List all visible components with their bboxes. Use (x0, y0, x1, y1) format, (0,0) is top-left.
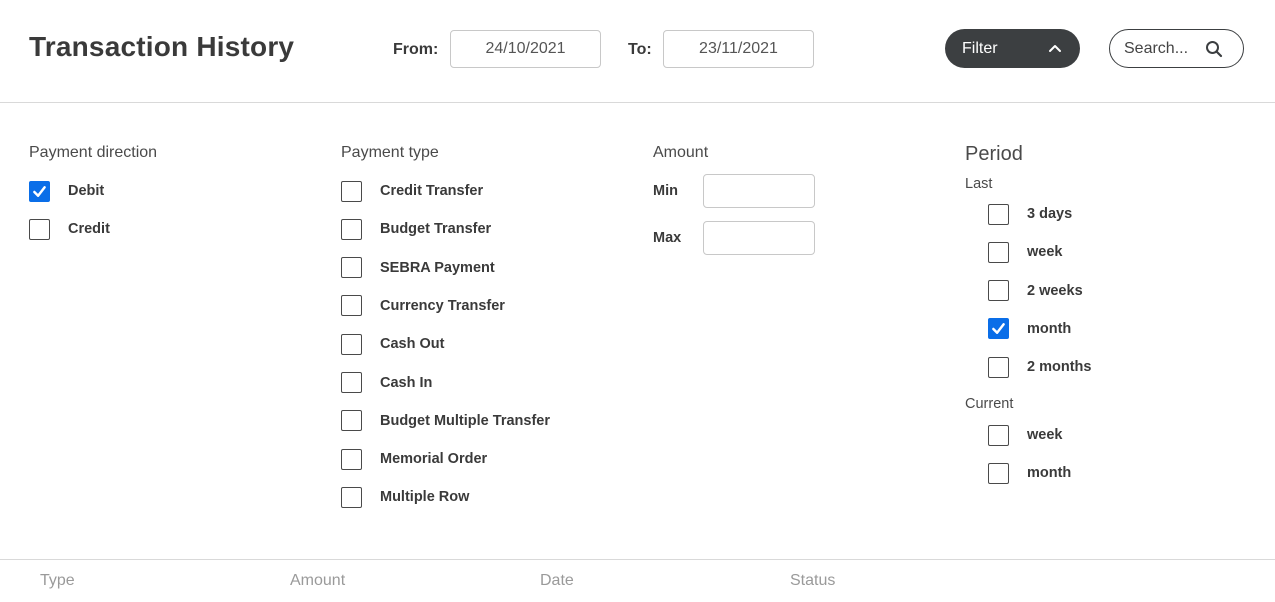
checkbox[interactable] (341, 218, 362, 240)
period-last-option[interactable]: 3 days (988, 203, 1072, 225)
checkbox[interactable] (988, 241, 1009, 263)
direction-option-label: Credit (68, 221, 110, 238)
payment-type-option-label: Cash In (380, 374, 433, 391)
checkbox[interactable] (341, 295, 362, 317)
checkbox[interactable] (341, 410, 362, 432)
payment-type-option-label: Multiple Row (380, 489, 470, 506)
checkbox[interactable] (988, 462, 1009, 484)
from-label: From: (393, 41, 439, 58)
period-current-option[interactable]: month (988, 462, 1071, 484)
period-current-option[interactable]: week (988, 424, 1062, 446)
checkbox[interactable] (341, 257, 362, 279)
max-label: Max (653, 230, 682, 246)
page-title: Transaction History (29, 31, 295, 62)
period-last-option[interactable]: 2 months (988, 356, 1091, 378)
to-label: To: (628, 41, 652, 58)
payment-type-heading: Payment type (341, 144, 439, 161)
column-header-date[interactable]: Date (540, 572, 574, 590)
payment-type-option[interactable]: Credit Transfer (341, 180, 483, 202)
payment-type-option[interactable]: Budget Multiple Transfer (341, 410, 550, 432)
direction-option-label: Debit (68, 183, 105, 199)
payment-type-option[interactable]: Cash In (341, 372, 432, 394)
period-last-option-label: month (1027, 320, 1072, 337)
payment-type-option-label: Memorial Order (380, 451, 488, 468)
payment-type-option-label: Cash Out (380, 336, 445, 353)
checkbox[interactable] (988, 203, 1009, 225)
filter-button[interactable]: Filter (945, 29, 1080, 68)
column-header-amount[interactable]: Amount (290, 572, 345, 590)
payment-type-option-label: Budget Transfer (380, 221, 492, 238)
period-last-option-label: 2 weeks (1027, 282, 1083, 299)
checkbox[interactable] (341, 333, 362, 355)
checkbox[interactable] (341, 180, 362, 202)
period-heading: Period (965, 143, 1023, 165)
header-bar: Transaction History From: 24/10/2021 To:… (0, 0, 1275, 103)
period-last-option[interactable]: month (988, 318, 1071, 340)
checkbox[interactable] (988, 424, 1009, 446)
payment-type-option-label: Currency Transfer (380, 297, 505, 314)
payment-direction-heading: Payment direction (29, 144, 158, 161)
payment-type-option[interactable]: Multiple Row (341, 486, 469, 508)
checkmark-icon (992, 323, 1005, 335)
payment-type-option-label: Budget Multiple Transfer (380, 412, 550, 429)
payment-type-option[interactable]: Memorial Order (341, 448, 487, 470)
period-last-label: Last (965, 176, 993, 192)
payment-type-option-label: SEBRA Payment (380, 259, 495, 276)
payment-type-option[interactable]: Budget Transfer (341, 218, 491, 240)
period-last-option[interactable]: week (988, 241, 1062, 263)
checkbox[interactable] (341, 372, 362, 393)
chevron-up-icon (1049, 45, 1061, 52)
period-current-option-label: week (1027, 427, 1063, 443)
period-last-option-label: 2 months (1027, 359, 1092, 376)
payment-type-option[interactable]: SEBRA Payment (341, 257, 495, 279)
to-date-input[interactable]: 23/11/2021 (663, 30, 814, 68)
period-current-option-label: month (1027, 465, 1072, 482)
filter-button-label: Filter (962, 39, 998, 57)
min-label: Min (653, 183, 678, 199)
max-amount-input[interactable] (703, 221, 815, 255)
checkmark-icon (33, 185, 46, 197)
period-last-option-label: 3 days (1027, 206, 1073, 222)
checkbox[interactable] (29, 218, 50, 240)
period-last-option[interactable]: 2 weeks (988, 280, 1083, 302)
payment-type-option[interactable]: Currency Transfer (341, 295, 505, 317)
checkbox[interactable] (988, 280, 1009, 302)
period-last-option-label: week (1027, 244, 1063, 261)
from-date-input[interactable]: 24/10/2021 (450, 30, 601, 68)
checkbox[interactable] (341, 486, 362, 508)
checkbox[interactable] (988, 356, 1009, 378)
payment-type-option[interactable]: Cash Out (341, 333, 444, 355)
column-header-type[interactable]: Type (40, 572, 75, 590)
table-divider (0, 559, 1275, 560)
payment-type-option-label: Credit Transfer (380, 183, 484, 199)
min-amount-input[interactable] (703, 174, 815, 208)
search-button[interactable]: Search... (1109, 29, 1244, 68)
search-placeholder: Search... (1124, 39, 1189, 57)
checkbox-checked[interactable] (29, 180, 50, 202)
checkbox[interactable] (341, 448, 362, 470)
search-icon (1206, 41, 1223, 58)
column-header-status[interactable]: Status (790, 572, 835, 590)
direction-option[interactable]: Debit (29, 180, 104, 202)
amount-heading: Amount (653, 144, 709, 161)
period-current-label: Current (965, 396, 1014, 412)
direction-option[interactable]: Credit (29, 218, 110, 240)
checkbox-checked[interactable] (988, 318, 1009, 340)
